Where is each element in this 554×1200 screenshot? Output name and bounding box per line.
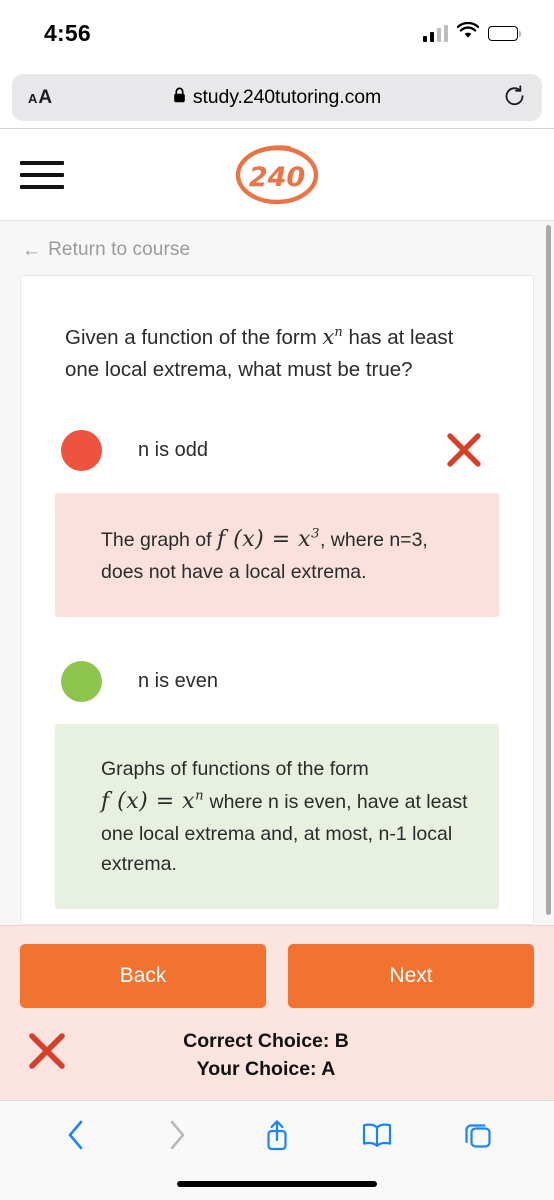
page-scrollbar[interactable] [546,225,551,915]
correct-choice-label: Correct Choice: B [183,1029,349,1052]
footer-button-row: Back Next [20,944,534,1008]
explanation-a-math: f (x) = x3 [217,526,320,553]
x-mark-icon [443,429,485,471]
status-indicators [422,21,522,44]
explanation-a-mid: , where n=3, [319,529,428,552]
explanation-box-a: The graph of f (x) = x3, where n=3, does… [55,493,499,618]
browser-url-bar-container: AA study.240tutoring.com [0,66,554,128]
site-logo[interactable]: 240 [230,142,324,208]
result-x-mark-icon [24,1028,70,1079]
share-icon[interactable] [251,1109,303,1161]
question-card: Given a function of the form xn has at l… [20,275,534,925]
reload-icon[interactable] [504,85,526,109]
option-label-b: n is even [138,670,219,693]
url-text: study.240tutoring.com [192,85,382,108]
question-text: Given a function of the form xn has at l… [55,322,499,385]
phone-screen: 4:56 AA study.240tutoring.com 240 ← Retu… [0,0,554,1200]
choice-summary: Correct Choice: B Your Choice: A [20,1024,534,1086]
option-bullet-b [61,661,102,703]
your-choice-label: Your Choice: A [196,1058,336,1080]
explanation-box-b: Graphs of functions of the form f (x) = … [55,724,499,910]
status-time: 4:56 [44,19,91,46]
lock-icon [173,87,186,108]
wifi-icon [456,21,480,44]
book-icon[interactable] [351,1109,403,1161]
question-prefix: Given a function of the form [65,326,317,349]
forward-chevron-icon [151,1109,203,1161]
back-chevron-icon[interactable] [50,1109,102,1161]
cellular-signal-icon [422,24,448,42]
logo-text: 240 [249,162,305,193]
return-to-course-link[interactable]: ← Return to course [0,221,554,275]
explanation-a-lead: The graph of [101,529,212,552]
option-bullet-a [61,429,102,471]
choice-summary-text: Correct Choice: B Your Choice: A [20,1027,534,1084]
browser-toolbar [0,1100,554,1168]
question-math: xn [322,325,343,349]
next-button[interactable]: Next [288,944,534,1008]
text-size-icon[interactable]: AA [28,88,52,107]
option-label-a: n is odd [138,438,209,461]
explanation-a-tail: does not have a local extrema. [101,561,367,584]
option-row-b[interactable]: n is even [55,661,499,703]
option-row-a[interactable]: n is odd [55,429,499,471]
explanation-b-lead: Graphs of functions of the form [101,758,369,781]
tabs-icon[interactable] [452,1109,504,1161]
quiz-footer: Back Next Correct Choice: B Your Choice:… [0,925,554,1100]
home-indicator-area [0,1168,554,1200]
left-arrow-icon: ← [22,239,42,261]
site-header: 240 [0,129,554,221]
page-body: ← Return to course Given a function of t… [0,221,554,925]
return-to-course-label: Return to course [48,239,191,260]
hamburger-menu-icon[interactable] [20,160,64,189]
url-bar[interactable]: AA study.240tutoring.com [12,73,542,121]
battery-icon [488,25,522,41]
explanation-b-math: f (x) = xn [101,788,205,814]
explanation-b-mid: where n is even, have at [204,790,421,813]
back-button[interactable]: Back [20,944,266,1008]
home-indicator [177,1181,377,1187]
status-bar: 4:56 [0,0,554,66]
